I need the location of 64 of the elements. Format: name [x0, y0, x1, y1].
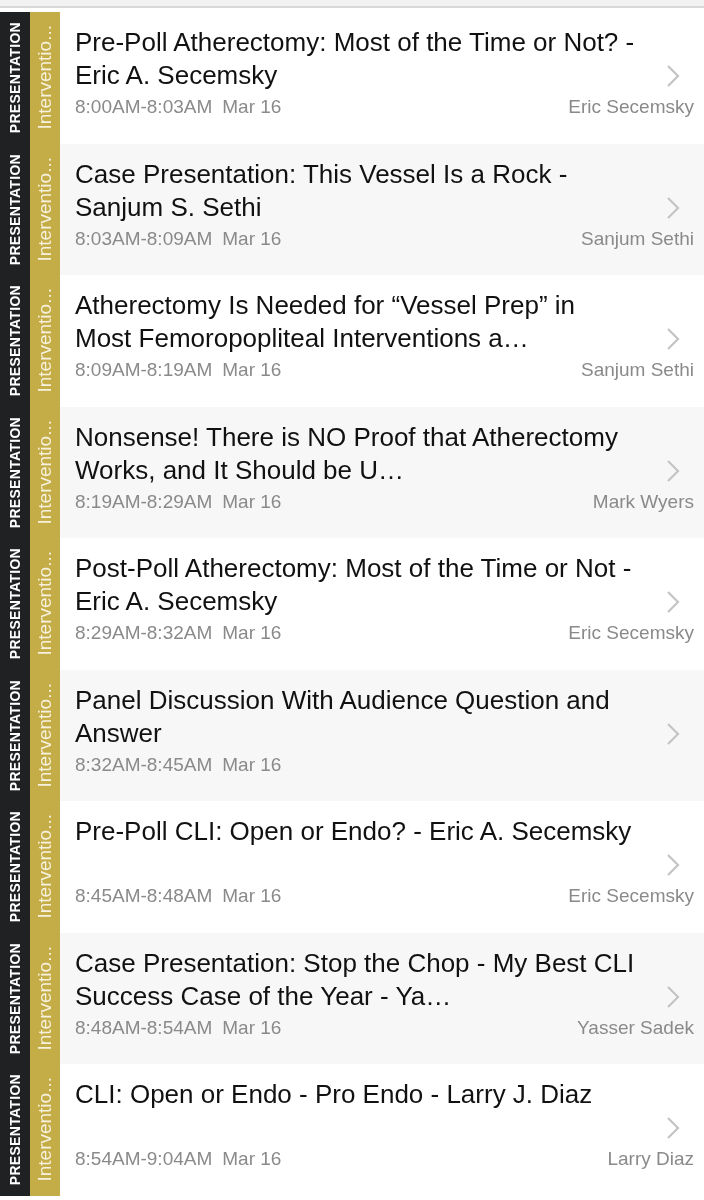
session-date: Mar 16 [222, 1016, 282, 1039]
track-label: Interventio... [34, 288, 56, 394]
chevron-right-icon [666, 64, 680, 88]
track-label: Interventio... [34, 682, 56, 788]
session-date: Mar 16 [222, 622, 282, 644]
session-type-label: PRESENTATION [7, 22, 23, 134]
session-type-label: PRESENTATION [7, 942, 23, 1054]
track-label: Interventio... [34, 1077, 56, 1183]
session-row[interactable]: PRESENTATION Interventio... Nonsense! There is NO Proof that Atherectomy Works, and It Should be U… 8:19AM-8:29AM Mar 16 Mark Wyers [0, 406, 704, 538]
session-title: Pre-Poll CLI: Open or Endo? - Eric A. Secemsky [75, 815, 633, 848]
session-type-label: PRESENTATION [7, 1074, 23, 1186]
session-title: Post-Poll Atherectomy: Most of the Time or Not - Eric A. Secemsky [75, 552, 633, 618]
session-type-label: PRESENTATION [7, 548, 23, 660]
session-time: 8:32AM-8:45AM [75, 753, 213, 776]
chevron-right-icon [666, 984, 680, 1009]
speaker-name: Larry Diaz [607, 1148, 694, 1170]
session-time: 8:45AM-8:48AM [75, 885, 213, 907]
speaker-name: Sanjum Sethi [581, 359, 694, 381]
session-title: Case Presentation: This Vessel Is a Rock - Sanjum S. Sethi [75, 157, 569, 224]
session-title: Panel Discussion With Audience Question and Answer [75, 683, 611, 750]
session-time: 8:54AM-9:04AM [75, 1148, 213, 1170]
track-label: Interventio... [34, 25, 56, 131]
speaker-name: Yasser Sadek [577, 1016, 694, 1039]
speaker-name: Eric Secemsky [568, 622, 694, 644]
chevron-right-icon [666, 590, 680, 614]
session-type-label: PRESENTATION [7, 153, 23, 265]
session-time: 8:48AM-8:54AM [75, 1016, 213, 1039]
track-label: Interventio... [34, 419, 56, 525]
session-date: Mar 16 [222, 885, 282, 907]
session-date: Mar 16 [222, 96, 282, 118]
session-title: Case Presentation: Stop the Chop - My Best CLI Success Case of the Year - Ya… [75, 946, 636, 1013]
session-row[interactable]: PRESENTATION Interventio... Case Presentation: Stop the Chop - My Best CLI Success Case of the Year - Ya… 8:48AM-8:54AM Mar 16 Yasser Sadek [0, 932, 704, 1064]
track-label: Interventio... [34, 551, 56, 657]
session-date: Mar 16 [222, 753, 282, 776]
speaker-name: Eric Secemsky [568, 96, 694, 118]
session-title: Atherectomy Is Needed for “Vessel Prep” in Most Femoropopliteal Interventions a… [75, 289, 576, 355]
session-time: 8:29AM-8:32AM [75, 622, 213, 644]
session-time: 8:19AM-8:29AM [75, 490, 213, 513]
chevron-right-icon [666, 853, 680, 877]
session-time: 8:09AM-8:19AM [75, 359, 213, 381]
track-label: Interventio... [34, 814, 56, 920]
session-date: Mar 16 [222, 490, 282, 513]
session-time: 8:00AM-8:03AM [75, 96, 213, 118]
speaker-name: Sanjum Sethi [581, 227, 694, 250]
speaker-name: Eric Secemsky [568, 885, 694, 907]
session-type-label: PRESENTATION [7, 416, 23, 528]
session-date: Mar 16 [222, 1148, 282, 1170]
session-date: Mar 16 [222, 359, 282, 381]
session-date: Mar 16 [222, 227, 282, 250]
chevron-right-icon [666, 327, 680, 351]
session-title: Pre-Poll Atherectomy: Most of the Time or Not? - Eric A. Secemsky [75, 26, 636, 92]
session-type-label: PRESENTATION [7, 285, 23, 397]
track-label: Interventio... [34, 156, 56, 262]
session-type-label: PRESENTATION [7, 679, 23, 791]
session-title: Nonsense! There is NO Proof that Atherectomy Works, and It Should be U… [75, 420, 619, 487]
chevron-right-icon [666, 1116, 680, 1140]
track-label: Interventio... [34, 945, 56, 1051]
session-type-label: PRESENTATION [7, 811, 23, 923]
chevron-right-icon [666, 458, 680, 483]
session-time: 8:03AM-8:09AM [75, 227, 213, 250]
speaker-name: Mark Wyers [592, 490, 694, 513]
chevron-right-icon [666, 721, 680, 746]
session-title: CLI: Open or Endo - Pro Endo - Larry J. Diaz [75, 1078, 594, 1111]
chevron-right-icon [666, 195, 680, 220]
